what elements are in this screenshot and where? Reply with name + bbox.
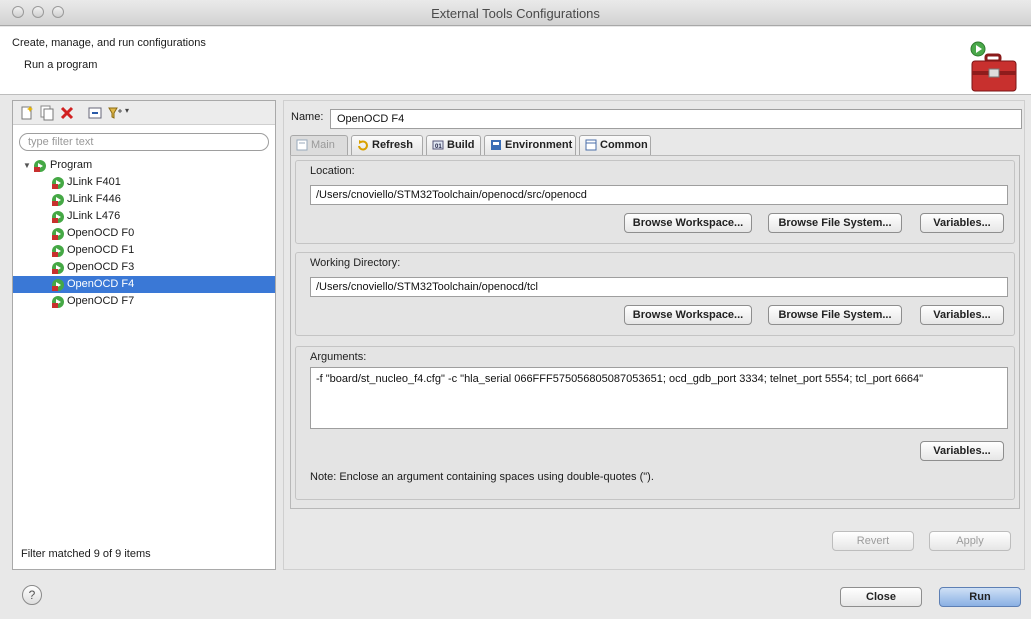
delete-icon[interactable] [59,105,75,121]
name-label: Name: [291,111,324,123]
header-subtitle: Run a program [24,59,98,71]
tree-item-label: OpenOCD F3 [67,261,135,273]
external-tool-icon [52,262,64,274]
filter-dropdown-icon[interactable]: ▾ [125,106,129,115]
tree-item-openocd-f4[interactable]: OpenOCD F4 [13,276,275,293]
location-field[interactable] [310,185,1008,205]
title-bar: External Tools Configurations [0,0,1031,26]
location-group: Location: Browse Workspace... Browse Fil… [295,160,1015,244]
location-browse-workspace-button[interactable]: Browse Workspace... [624,213,752,233]
working-directory-group: Working Directory: Browse Workspace... B… [295,252,1015,336]
tab-build[interactable]: 01 Build [426,135,481,155]
window-title: External Tools Configurations [431,6,600,21]
wd-variables-button[interactable]: Variables... [920,305,1004,325]
svg-text:01: 01 [435,144,442,150]
duplicate-icon[interactable] [39,105,55,121]
filter-input[interactable] [19,133,269,151]
main-tab-panel: Location: Browse Workspace... Browse Fil… [290,155,1020,509]
tree-item-jlink-l476[interactable]: JLink L476 [13,208,275,225]
tree-item-label: OpenOCD F1 [67,244,135,256]
tree-item-jlink-f446[interactable]: JLink F446 [13,191,275,208]
working-directory-field[interactable] [310,277,1008,297]
new-configuration-icon[interactable] [19,105,35,121]
tree-item-label: JLink L476 [67,210,121,222]
configuration-editor: Name: Main Refresh 01 Build Environment … [283,100,1025,570]
build-icon: 01 [432,140,444,150]
configurations-panel: ▾ ▼ Program JLink F401 JLink F446 [12,100,276,570]
dialog-header: Create, manage, and run configurations R… [0,27,1031,95]
location-label: Location: [310,165,355,177]
expand-triangle-icon[interactable]: ▼ [23,157,31,174]
tree-item-openocd-f0[interactable]: OpenOCD F0 [13,225,275,242]
revert-button[interactable]: Revert [832,531,914,551]
apply-button[interactable]: Apply [929,531,1011,551]
toolbox-icon [970,41,1017,92]
tree-item-label: OpenOCD F7 [67,295,135,307]
configurations-tree: ▼ Program JLink F401 JLink F446 JLink L4… [13,157,275,310]
external-tool-icon [52,177,64,189]
collapse-all-icon[interactable] [87,105,103,121]
wd-browse-filesystem-button[interactable]: Browse File System... [768,305,902,325]
wd-browse-workspace-button[interactable]: Browse Workspace... [624,305,752,325]
tab-main[interactable]: Main [290,135,348,155]
arguments-label: Arguments: [310,351,367,363]
filter-status: Filter matched 9 of 9 items [21,548,151,560]
name-field[interactable] [330,109,1022,129]
tab-refresh[interactable]: Refresh [351,135,423,155]
location-browse-filesystem-button[interactable]: Browse File System... [768,213,902,233]
tab-common[interactable]: Common [579,135,651,155]
tree-node-program[interactable]: ▼ Program [13,157,275,174]
external-tool-icon [52,228,64,240]
location-variables-button[interactable]: Variables... [920,213,1004,233]
main-tab-icon [296,139,308,151]
arguments-note: Note: Enclose an argument containing spa… [310,471,654,483]
tree-item-label: OpenOCD F4 [67,278,135,290]
common-icon [585,139,597,151]
arguments-textarea[interactable]: -f "board/st_nucleo_f4.cfg" -c "hla_seri… [310,367,1008,429]
working-directory-label: Working Directory: [310,257,401,269]
tree-item-label: Program [50,159,93,171]
tree-item-openocd-f1[interactable]: OpenOCD F1 [13,242,275,259]
tree-item-label: JLink F446 [67,193,121,205]
help-icon[interactable]: ? [22,585,42,605]
tree-item-openocd-f7[interactable]: OpenOCD F7 [13,293,275,310]
program-icon [34,160,46,172]
filter-icon[interactable] [107,105,123,121]
tree-item-label: JLink F401 [67,176,121,188]
close-button[interactable]: Close [840,587,922,607]
header-title: Create, manage, and run configurations [12,37,206,49]
external-tool-icon [52,194,64,206]
external-tool-icon [52,245,64,257]
environment-icon [491,140,501,150]
tree-item-jlink-f401[interactable]: JLink F401 [13,174,275,191]
tree-item-openocd-f3[interactable]: OpenOCD F3 [13,259,275,276]
tree-item-label: OpenOCD F0 [67,227,135,239]
run-button[interactable]: Run [939,587,1021,607]
tab-environment[interactable]: Environment [484,135,576,155]
refresh-icon [358,140,368,151]
arguments-group: Arguments: -f "board/st_nucleo_f4.cfg" -… [295,346,1015,500]
external-tool-icon [52,296,64,308]
external-tool-icon [52,279,64,291]
external-tool-icon [52,211,64,223]
configurations-toolbar: ▾ [13,101,275,125]
arguments-variables-button[interactable]: Variables... [920,441,1004,461]
